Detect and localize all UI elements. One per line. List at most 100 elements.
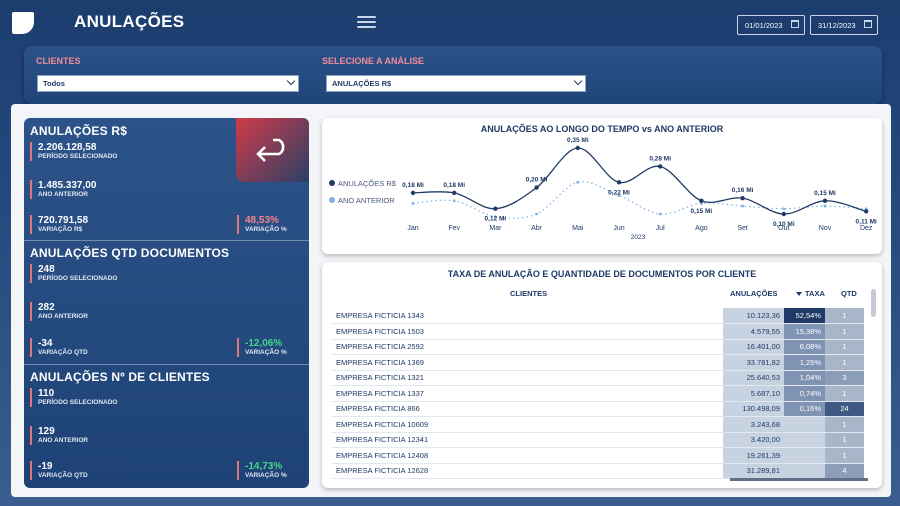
data-label: 0,16 Mi <box>732 187 754 194</box>
kpi-valor-variation-pct: 48,53% VARIAÇÃO % <box>237 215 287 234</box>
cell-anulacoes: 5.687,10 <box>723 385 784 402</box>
cell-qtd: 4 <box>825 463 864 479</box>
cell-qtd: 3 <box>825 370 864 386</box>
kpi-clientes-previous: 129 ANO ANTERIOR <box>30 426 88 445</box>
cell-taxa <box>784 432 825 448</box>
kpi-label: PERÍODO SELECIONADO <box>38 153 118 160</box>
table-row[interactable]: EMPRESA FICTICIA 12628 31.289,81 4 <box>332 463 864 479</box>
top-bar: ANULAÇÕES 01/01/2023 31/12/2023 <box>0 0 900 46</box>
x-axis-label: 2023 <box>631 234 646 241</box>
kpi-value: -14,73% <box>245 461 283 472</box>
kpi-panel: ANULAÇÕES R$ 2.206.128,58 PERÍODO SELECI… <box>24 118 309 488</box>
calendar-icon[interactable] <box>864 20 872 28</box>
table-row[interactable]: EMPRESA FICTICIA 12408 19.261,39 1 <box>332 447 864 464</box>
table-row[interactable]: EMPRESA FICTICIA 1503 4.579,55 15,38% 1 <box>332 323 864 340</box>
series-current-line <box>412 147 867 215</box>
cell-qtd: 1 <box>825 354 864 371</box>
table-row[interactable]: EMPRESA FICTICIA 1337 5.687,10 0,74% 1 <box>332 385 864 402</box>
data-label: 0,35 Mi <box>567 137 589 144</box>
cell-qtd: 1 <box>825 416 864 433</box>
cell-anulacoes: 16.401,00 <box>723 339 784 355</box>
cell-taxa <box>784 447 825 464</box>
cell-anulacoes: 130.498,09 <box>723 401 784 417</box>
kpi-value: 248 <box>38 264 55 275</box>
line-chart-card: ANULAÇÕES AO LONGO DO TEMPO vs ANO ANTER… <box>322 118 882 254</box>
x-tick-label: Nov <box>819 225 832 232</box>
cell-qtd: 1 <box>825 339 864 355</box>
horizontal-scrollbar[interactable] <box>730 478 868 481</box>
client-table-card: TAXA DE ANULAÇÃO E QUANTIDADE DE DOCUMEN… <box>322 262 882 488</box>
line-chart: ANULAÇÕES R$ ANO ANTERIOR 0,18 Mi 0,18 Mi 0,… <box>329 137 877 241</box>
column-header-taxa-label: TAXA <box>805 289 825 298</box>
table-row[interactable]: EMPRESA FICTICIA 10609 3.243,68 1 <box>332 416 864 433</box>
cell-anulacoes: 19.261,39 <box>723 447 784 464</box>
analysis-select[interactable]: ANULAÇÕES R$ <box>326 75 586 92</box>
cell-anulacoes: 25.640,53 <box>723 370 784 386</box>
cell-qtd: 1 <box>825 308 864 324</box>
menu-icon[interactable] <box>357 16 376 30</box>
table-row[interactable]: EMPRESA FICTICIA 12341 3.420,00 1 <box>332 432 864 448</box>
table-row[interactable]: EMPRESA FICTICIA 1369 33.781,82 1,25% 1 <box>332 354 864 371</box>
date-from-input[interactable]: 01/01/2023 <box>737 15 805 35</box>
cell-cliente: EMPRESA FICTICIA 12408 <box>332 447 723 464</box>
series-previous-point <box>576 180 580 184</box>
x-tick-label: Jul <box>656 225 665 232</box>
x-tick-label: Mai <box>572 225 584 232</box>
cell-taxa: 1,25% <box>784 354 825 371</box>
kpi-valor-previous: 1.485.337,00 ANO ANTERIOR <box>30 180 96 199</box>
table-row[interactable]: EMPRESA FICTICIA 1343 10.123,36 52,54% 1 <box>332 308 864 324</box>
kpi-value: 720.791,58 <box>38 215 89 226</box>
kpi-value: 48,53% <box>245 215 279 226</box>
data-label: 0,18 Mi <box>402 182 424 189</box>
column-header-taxa[interactable]: TAXA <box>796 289 825 298</box>
vertical-scrollbar[interactable] <box>871 289 876 317</box>
series-previous-line <box>412 181 867 219</box>
back-arrow-icon <box>256 138 285 162</box>
series-previous-point <box>452 199 456 203</box>
column-header-clientes[interactable]: CLIENTES <box>510 289 547 298</box>
data-label: 0,22 Mi <box>608 189 630 196</box>
series-current-point <box>616 180 622 185</box>
kpi-label: PERÍODO SELECIONADO <box>38 399 118 406</box>
cell-taxa: 1,04% <box>784 370 825 386</box>
kpi-value: 1.485.337,00 <box>38 180 97 191</box>
series-previous-point <box>535 212 538 216</box>
data-label: 0,20 Mi <box>526 177 548 184</box>
calendar-icon[interactable] <box>791 20 799 28</box>
series-current-point <box>658 164 663 169</box>
table-row[interactable]: EMPRESA FICTICIA 1321 25.640,53 1,04% 3 <box>332 370 864 386</box>
kpi-qtd-previous: 282 ANO ANTERIOR <box>30 302 88 321</box>
data-label: 0,15 Mi <box>691 208 713 215</box>
series-current-point <box>822 198 828 203</box>
cell-qtd: 24 <box>825 401 864 417</box>
kpi-value: -34 <box>38 338 53 349</box>
column-header-anulacoes[interactable]: ANULAÇÕES <box>730 289 778 298</box>
kpi-label: VARIAÇÃO % <box>245 226 287 233</box>
back-button[interactable] <box>236 118 309 182</box>
chevron-down-icon[interactable] <box>573 76 583 86</box>
cell-qtd: 1 <box>825 447 864 464</box>
kpi-clientes-variation-pct: -14,73% VARIAÇÃO % <box>237 461 287 480</box>
kpi-label: VARIAÇÃO QTD <box>38 472 88 479</box>
x-tick-label: Dez <box>860 225 873 232</box>
table-row[interactable]: EMPRESA FICTICIA 2592 16.401,00 6,08% 1 <box>332 339 864 355</box>
cell-taxa: 6,08% <box>784 339 825 355</box>
cell-anulacoes: 10.123,36 <box>723 308 784 324</box>
kpi-value: -12,06% <box>245 338 283 349</box>
column-header-qtd[interactable]: QTD <box>841 289 857 298</box>
kpi-value: 110 <box>38 388 55 399</box>
sort-desc-icon <box>796 292 802 297</box>
series-current-point <box>452 190 457 196</box>
clients-select[interactable]: Todos <box>37 75 299 92</box>
table-row[interactable]: EMPRESA FICTICIA 866 130.498,09 0,16% 24 <box>332 401 864 417</box>
kpi-label: VARIAÇÃO % <box>245 472 287 479</box>
series-previous-point <box>782 207 786 211</box>
kpi-value: 129 <box>38 426 55 437</box>
cell-taxa <box>784 463 825 479</box>
date-to-input[interactable]: 31/12/2023 <box>810 15 878 35</box>
filter-bar: CLIENTES Todos SELECIONE A ANÁLISE ANULA… <box>24 46 882 104</box>
cell-cliente: EMPRESA FICTICIA 2592 <box>332 339 723 355</box>
chevron-down-icon[interactable] <box>286 76 296 86</box>
cell-anulacoes: 3.420,00 <box>723 432 784 448</box>
client-table: EMPRESA FICTICIA 1343 10.123,36 52,54% 1 EMP… <box>332 308 864 479</box>
